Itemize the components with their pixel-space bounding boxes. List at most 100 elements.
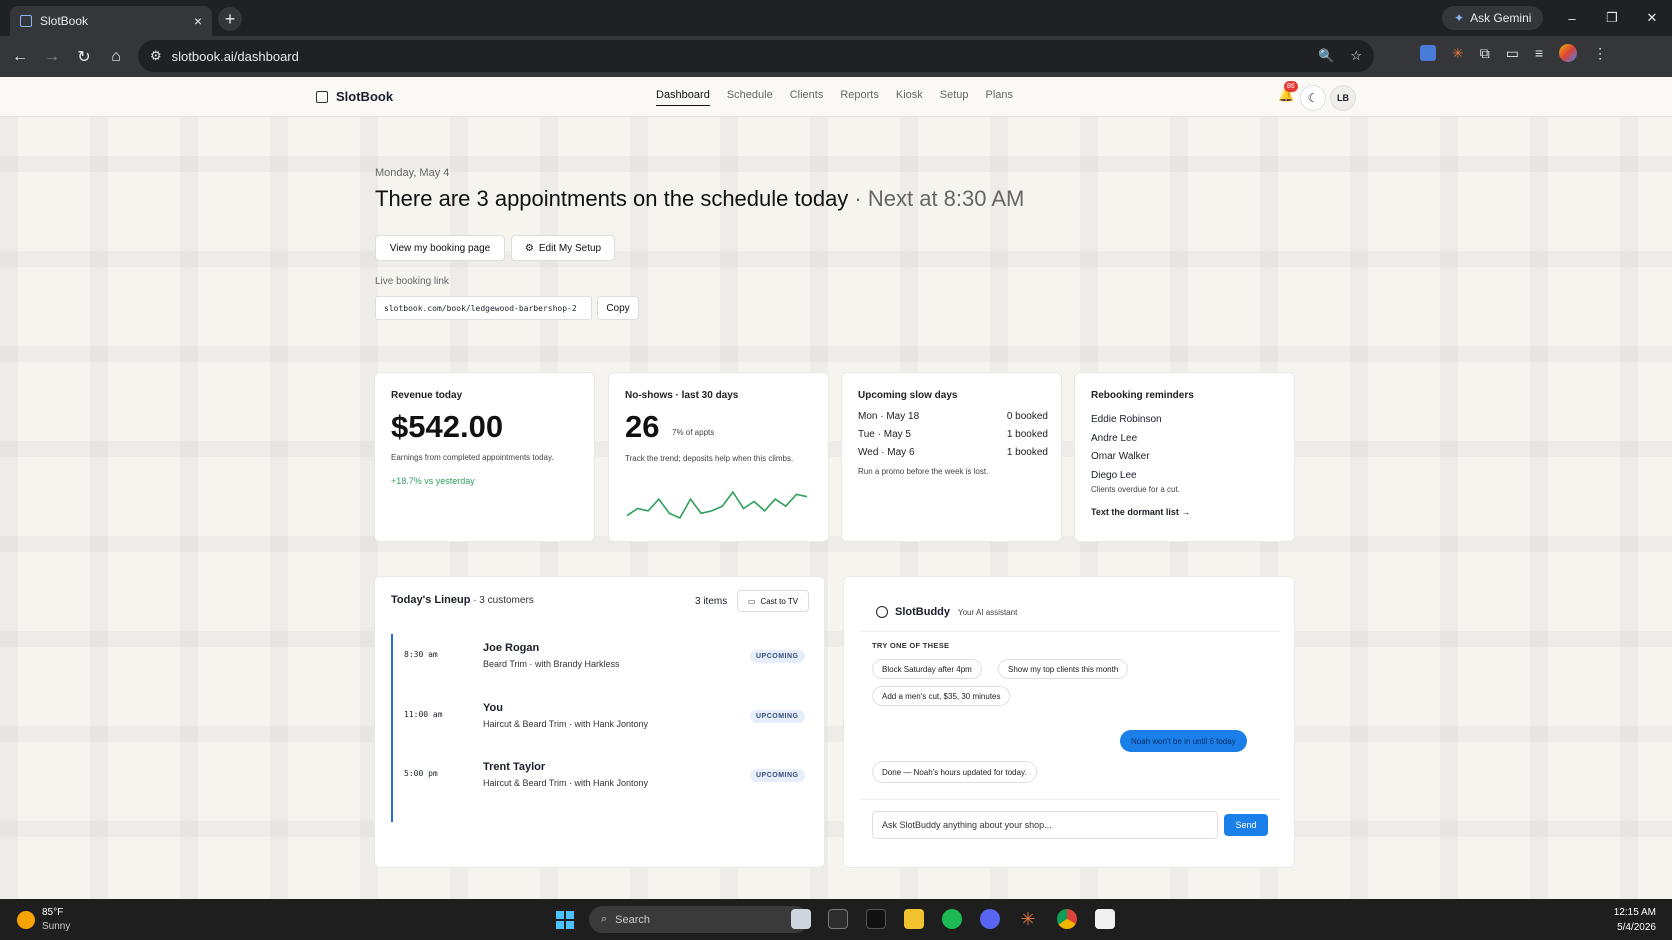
- weather-desc[interactable]: Sunny: [42, 921, 70, 932]
- tab-strip: SlotBook × + ✦ Ask Gemini – ❐ ✕: [0, 0, 1672, 36]
- menu-icon[interactable]: ⋮: [1593, 45, 1607, 62]
- address-bar[interactable]: ⚙ slotbook.ai/dashboard 🔍 ☆: [138, 40, 1374, 72]
- home-icon[interactable]: ⌂: [100, 48, 132, 66]
- extensions-puzzle-icon[interactable]: ⧉: [1480, 45, 1490, 62]
- windows-start-icon[interactable]: [556, 911, 574, 929]
- rebooking-client[interactable]: Andre Lee: [1091, 430, 1162, 449]
- user-avatar[interactable]: LB: [1330, 85, 1356, 111]
- booking-link-field[interactable]: slotbook.com/book/ledgewood-barbershop-2: [375, 296, 592, 320]
- divider: [860, 799, 1280, 800]
- media-control-icon[interactable]: ≡: [1535, 45, 1543, 61]
- notification-badge: 86: [1284, 81, 1298, 92]
- rebooking-client[interactable]: Omar Walker: [1091, 448, 1162, 467]
- assistant-radio-icon: [876, 606, 888, 618]
- dark-mode-toggle[interactable]: ☾: [1300, 85, 1326, 111]
- slow-days-list: Mon · May 18 0 booked Tue · May 5 1 booked…: [858, 411, 1048, 465]
- side-panel-icon[interactable]: ▭: [1506, 45, 1519, 62]
- bookmark-star-icon[interactable]: ☆: [1350, 48, 1362, 64]
- assistant-message-bubble: Done — Noah's hours updated for today.: [872, 761, 1037, 783]
- clock-date[interactable]: 5/4/2026: [1600, 922, 1656, 933]
- profile-avatar[interactable]: [1559, 44, 1578, 62]
- claude-app-icon[interactable]: ✳: [1018, 909, 1038, 929]
- page-title: There are 3 appointments on the schedule…: [375, 186, 1024, 212]
- noshows-trend-chart: [626, 490, 808, 520]
- text-dormant-link[interactable]: Text the dormant list →: [1091, 507, 1190, 517]
- translate-extension-icon[interactable]: [1420, 45, 1436, 61]
- live-link-label: Live booking link: [375, 276, 449, 287]
- suggestion-chip[interactable]: Show my top clients this month: [998, 659, 1129, 679]
- list-item[interactable]: 8:30 am Joe Rogan Beard Trim · with Bran…: [390, 632, 810, 684]
- chrome-icon[interactable]: [1057, 909, 1077, 929]
- slow-day-date: Wed · May 6: [858, 447, 915, 458]
- snipping-tool-icon[interactable]: [1095, 909, 1115, 929]
- suggestion-chip[interactable]: Add a men's cut, $35, 30 minutes: [872, 686, 1011, 706]
- page-content: SlotBook Dashboard Schedule Clients Repo…: [0, 77, 1672, 899]
- lineup-count: 3 items: [695, 596, 728, 607]
- suggestion-chip[interactable]: Block Saturday after 4pm: [872, 659, 982, 679]
- send-button[interactable]: Send: [1224, 814, 1268, 836]
- today-date: Monday, May 4: [375, 167, 450, 179]
- new-tab-button[interactable]: +: [218, 7, 242, 31]
- cast-to-tv-button[interactable]: ▭ Cast to TV: [737, 590, 809, 612]
- copy-link-button[interactable]: Copy: [597, 296, 639, 320]
- assistant-input[interactable]: Ask SlotBuddy anything about your shop..…: [872, 811, 1218, 839]
- appt-service: Haircut & Beard Trim · with Hank Jontony: [483, 778, 649, 788]
- ask-gemini-label: Ask Gemini: [1470, 11, 1532, 25]
- reload-icon[interactable]: ↻: [68, 47, 100, 67]
- slow-day-row: Wed · May 6 1 booked: [858, 447, 1048, 458]
- rebooking-note: Clients overdue for a cut.: [1091, 485, 1180, 494]
- maximize-button[interactable]: ❐: [1592, 0, 1632, 36]
- nav-schedule[interactable]: Schedule: [727, 89, 773, 106]
- url-text: slotbook.ai/dashboard: [171, 48, 299, 64]
- rebooking-client[interactable]: Diego Lee: [1091, 467, 1162, 486]
- noshows-title: No-shows · last 30 days: [625, 390, 739, 401]
- calendar-icon: [20, 15, 32, 27]
- list-item[interactable]: 11:00 am You Haircut & Beard Trim · with…: [390, 692, 810, 744]
- minimize-button[interactable]: –: [1552, 0, 1592, 36]
- close-tab-icon[interactable]: ×: [194, 13, 202, 29]
- lineup-title: Today's Lineup: [391, 594, 471, 606]
- slow-days-title: Upcoming slow days: [858, 390, 958, 401]
- list-item[interactable]: 5:00 pm Trent Taylor Haircut & Beard Tri…: [390, 751, 810, 803]
- nav-dashboard[interactable]: Dashboard: [656, 89, 710, 106]
- weather-temp[interactable]: 85°F: [42, 907, 63, 918]
- search-icon: ⌕: [601, 913, 608, 925]
- forward-icon[interactable]: →: [36, 48, 68, 66]
- close-window-button[interactable]: ✕: [1632, 0, 1672, 36]
- appt-service: Haircut & Beard Trim · with Hank Jontony: [483, 719, 649, 729]
- slow-day-booked: 0 booked: [1006, 411, 1048, 422]
- appt-client: Trent Taylor: [483, 761, 546, 773]
- revenue-title: Revenue today: [391, 390, 463, 401]
- discord-icon[interactable]: [980, 909, 1000, 929]
- view-booking-page-button[interactable]: View my booking page: [375, 235, 505, 261]
- spotify-icon[interactable]: [942, 909, 962, 929]
- claude-extension-icon[interactable]: ✳: [1452, 45, 1464, 62]
- cast-label: Cast to TV: [760, 596, 799, 606]
- nav-setup[interactable]: Setup: [940, 89, 969, 106]
- clock-time[interactable]: 12:15 AM: [1610, 907, 1656, 918]
- zoom-icon[interactable]: 🔍: [1318, 48, 1334, 64]
- nav-plans[interactable]: Plans: [986, 89, 1014, 106]
- back-icon[interactable]: ←: [4, 48, 36, 66]
- status-badge: UPCOMING: [750, 769, 805, 782]
- terminal-icon[interactable]: [828, 909, 848, 929]
- nav-clients[interactable]: Clients: [790, 89, 824, 106]
- extension-area: ✳ ⧉ ▭ ≡ ⋮: [1420, 44, 1607, 62]
- browser-tab[interactable]: SlotBook ×: [10, 6, 212, 36]
- slow-days-note: Run a promo before the week is lost.: [858, 467, 989, 476]
- taskbar-search[interactable]: ⌕ Search: [589, 906, 809, 933]
- site-settings-icon[interactable]: ⚙: [150, 48, 162, 64]
- file-explorer-icon[interactable]: [904, 909, 924, 929]
- edit-setup-label: Edit My Setup: [538, 242, 602, 254]
- edit-setup-button[interactable]: ⚙ Edit My Setup: [511, 235, 615, 261]
- rebooking-client[interactable]: Eddie Robinson: [1091, 411, 1162, 430]
- tradingview-icon[interactable]: [866, 909, 886, 929]
- nav-kiosk[interactable]: Kiosk: [896, 89, 923, 106]
- revenue-card: Revenue today $542.00 Earnings from comp…: [374, 372, 595, 542]
- brand-logo[interactable]: SlotBook: [316, 89, 393, 104]
- nav-reports[interactable]: Reports: [840, 89, 879, 106]
- task-view-icon[interactable]: [791, 909, 811, 929]
- ask-gemini-button[interactable]: ✦ Ask Gemini: [1442, 6, 1544, 30]
- browser-toolbar: ← → ↻ ⌂ ⚙ slotbook.ai/dashboard 🔍 ☆ ✳ ⧉ …: [0, 36, 1672, 77]
- headline-main: There are 3 appointments on the schedule…: [375, 186, 849, 211]
